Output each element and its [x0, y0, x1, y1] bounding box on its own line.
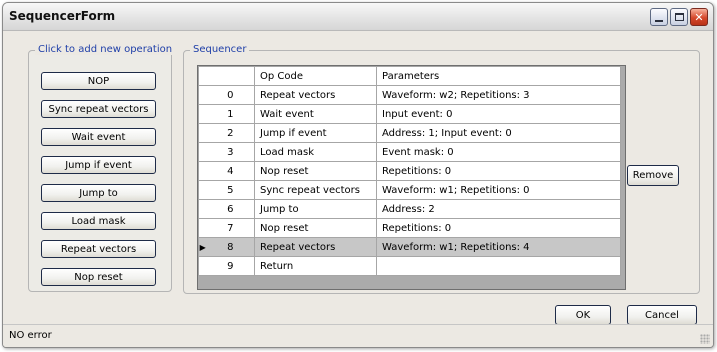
wait-event-button[interactable]: Wait event [41, 128, 156, 146]
table-row[interactable]: 3 Load mask Event mask: 0 [198, 142, 621, 162]
table-row[interactable]: 5 Sync repeat vectors Waveform: w1; Repeti… [198, 180, 621, 200]
repeat-vectors-button[interactable]: Repeat vectors [41, 240, 156, 258]
row-indicator [198, 142, 207, 162]
add-operation-group: Click to add new operation NOP Sync repe… [28, 44, 176, 292]
jump-if-event-button[interactable]: Jump if event [41, 156, 156, 174]
sync-repeat-vectors-button[interactable]: Sync repeat vectors [41, 100, 156, 118]
window-title: SequencerForm [9, 9, 116, 23]
table-row[interactable]: 4 Nop reset Repetitions: 0 [198, 161, 621, 181]
maximize-icon [674, 13, 684, 21]
row-index-cell[interactable]: 4 [206, 161, 255, 181]
opcode-cell[interactable]: Jump if event [254, 123, 377, 143]
parameters-column-header[interactable]: Parameters [376, 66, 621, 86]
sequencer-table: Op Code Parameters 0 Repeat vectors Wavefo… [198, 66, 621, 276]
sequencer-form-window: SequencerForm ✕ Click to add new operati… [2, 2, 714, 348]
load-mask-button[interactable]: Load mask [41, 212, 156, 230]
parameters-cell[interactable]: Event mask: 0 [376, 142, 621, 162]
opcode-cell[interactable]: Wait event [254, 104, 377, 124]
current-row-arrow-icon: ▶ [199, 242, 206, 252]
table-row[interactable]: 9 Return [198, 256, 621, 276]
row-index-cell[interactable]: 9 [206, 256, 255, 276]
opcode-cell[interactable]: Nop reset [254, 161, 377, 181]
row-index-cell[interactable]: 1 [206, 104, 255, 124]
row-indicator [198, 199, 207, 219]
row-indicator [198, 123, 207, 143]
close-button[interactable]: ✕ [690, 8, 708, 26]
table-row[interactable]: ▶ 8 Repeat vectors Waveform: w1; Repetition… [198, 237, 621, 257]
index-header[interactable] [206, 66, 255, 86]
resize-grip-icon[interactable] [700, 334, 710, 344]
status-text: NO error [9, 330, 52, 341]
row-indicator [198, 104, 207, 124]
row-indicator [198, 180, 207, 200]
parameters-cell[interactable]: Repetitions: 0 [376, 161, 621, 181]
parameters-cell[interactable] [376, 256, 621, 276]
table-row[interactable]: 6 Jump to Address: 2 [198, 199, 621, 219]
row-indicator-header [198, 66, 207, 86]
row-index-cell[interactable]: 8 [206, 237, 255, 257]
nop-reset-button[interactable]: Nop reset [41, 268, 156, 286]
jump-to-button[interactable]: Jump to [41, 184, 156, 202]
row-index-cell[interactable]: 0 [206, 85, 255, 105]
minimize-button[interactable] [650, 8, 668, 26]
parameters-cell[interactable]: Waveform: w1; Repetitions: 0 [376, 180, 621, 200]
row-indicator [198, 218, 207, 238]
row-indicator [198, 256, 207, 276]
opcode-cell[interactable]: Return [254, 256, 377, 276]
status-bar: NO error [3, 324, 713, 347]
sequencer-group-label: Sequencer [190, 44, 250, 55]
minimize-icon [655, 19, 663, 22]
row-index-cell[interactable]: 7 [206, 218, 255, 238]
row-indicator [198, 85, 207, 105]
parameters-cell[interactable]: Waveform: w2; Repetitions: 3 [376, 85, 621, 105]
maximize-button[interactable] [670, 8, 688, 26]
remove-button[interactable]: Remove [627, 165, 679, 186]
parameters-cell[interactable]: Input event: 0 [376, 104, 621, 124]
parameters-cell[interactable]: Address: 2 [376, 199, 621, 219]
title-bar[interactable]: SequencerForm ✕ [3, 3, 713, 31]
table-row[interactable]: 7 Nop reset Repetitions: 0 [198, 218, 621, 238]
opcode-cell[interactable]: Sync repeat vectors [254, 180, 377, 200]
ok-button[interactable]: OK [555, 305, 611, 325]
row-index-cell[interactable]: 3 [206, 142, 255, 162]
parameters-cell[interactable]: Waveform: w1; Repetitions: 4 [376, 237, 621, 257]
sequencer-grid[interactable]: Op Code Parameters 0 Repeat vectors Wavefo… [197, 65, 626, 290]
row-index-cell[interactable]: 2 [206, 123, 255, 143]
close-icon: ✕ [694, 10, 704, 24]
opcode-cell[interactable]: Jump to [254, 199, 377, 219]
cancel-button[interactable]: Cancel [627, 305, 697, 325]
opcode-cell[interactable]: Repeat vectors [254, 85, 377, 105]
row-index-cell[interactable]: 6 [206, 199, 255, 219]
parameters-cell[interactable]: Repetitions: 0 [376, 218, 621, 238]
opcode-cell[interactable]: Repeat vectors [254, 237, 377, 257]
nop-button[interactable]: NOP [41, 72, 156, 90]
opcode-cell[interactable]: Load mask [254, 142, 377, 162]
table-row[interactable]: 1 Wait event Input event: 0 [198, 104, 621, 124]
table-row[interactable]: 0 Repeat vectors Waveform: w2; Repetitions… [198, 85, 621, 105]
add-operation-group-label: Click to add new operation [35, 44, 176, 55]
opcode-cell[interactable]: Nop reset [254, 218, 377, 238]
header-row: Op Code Parameters [198, 66, 621, 86]
table-row[interactable]: 2 Jump if event Address: 1; Input event: 0 [198, 123, 621, 143]
row-indicator: ▶ [198, 237, 207, 257]
row-indicator [198, 161, 207, 181]
opcode-column-header[interactable]: Op Code [254, 66, 377, 86]
parameters-cell[interactable]: Address: 1; Input event: 0 [376, 123, 621, 143]
row-index-cell[interactable]: 5 [206, 180, 255, 200]
